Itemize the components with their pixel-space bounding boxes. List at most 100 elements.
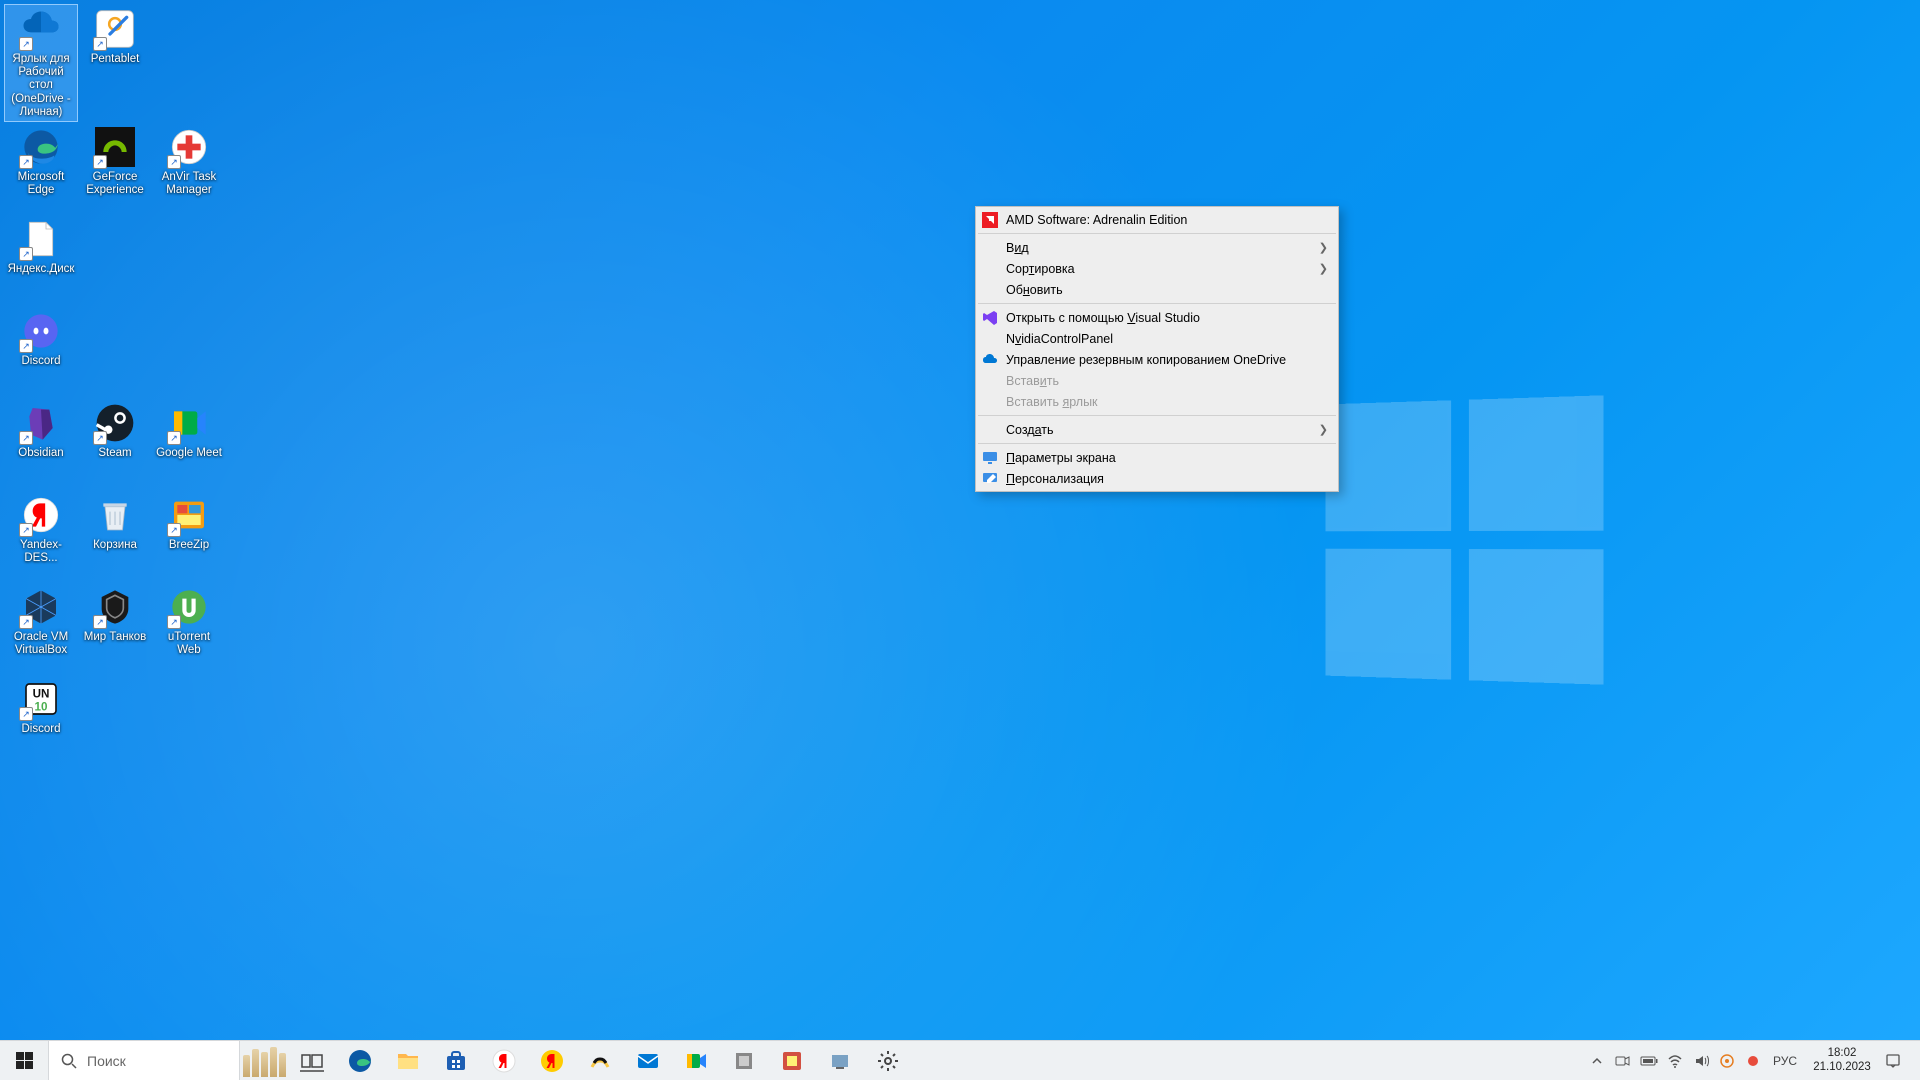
desktop-icon-obsidian[interactable]: ↗ Obsidian	[5, 399, 77, 489]
shortcut-overlay-icon: ↗	[19, 339, 33, 353]
desktop-icon-label: Discord	[22, 355, 61, 368]
display-settings-icon	[982, 450, 998, 466]
desktop-icon-pentablet[interactable]: ↗ Pentablet	[79, 5, 151, 121]
tray-language[interactable]: РУС	[1768, 1041, 1802, 1080]
ctx-item-view[interactable]: Вид ❯	[976, 237, 1338, 258]
ctx-item-personalize[interactable]: Персонализация	[976, 468, 1338, 489]
wifi-icon	[1667, 1053, 1683, 1069]
tray-battery-icon[interactable]	[1638, 1041, 1660, 1080]
desktop-icon-utorrent[interactable]: ↗ uTorrent Web	[153, 583, 225, 673]
desktop-icon-label: Мир Танков	[84, 631, 147, 644]
desktop-icon-breezip[interactable]: ↗ BreeZip	[153, 491, 225, 581]
taskbar-app-mail[interactable]	[624, 1041, 672, 1080]
ctx-item-amd[interactable]: AMD Software: Adrenalin Edition	[976, 209, 1338, 230]
shortcut-overlay-icon: ↗	[19, 523, 33, 537]
app-icon	[780, 1049, 804, 1073]
shortcut-overlay-icon: ↗	[19, 247, 33, 261]
desktop-icon-edge[interactable]: ↗ Microsoft Edge	[5, 123, 77, 213]
desktop-icon-geforce[interactable]: ↗ GeForce Experience	[79, 123, 151, 213]
desktop-icon-wot[interactable]: ↗ Мир Танков	[79, 583, 151, 673]
desktop-icon-label: AnVir Task Manager	[155, 171, 223, 197]
gear-icon	[876, 1049, 900, 1073]
taskbar-app-settings[interactable]	[864, 1041, 912, 1080]
desktop-icon-discord2[interactable]: UN10 ↗ Discord	[5, 675, 77, 765]
personalize-icon	[982, 471, 998, 487]
ctx-item-sort[interactable]: Сортировка ❯	[976, 258, 1338, 279]
shortcut-overlay-icon: ↗	[93, 615, 107, 629]
desktop-icon-yandex[interactable]: ↗ Yandex-DES...	[5, 491, 77, 581]
ctx-separator	[978, 415, 1336, 416]
edge-icon	[348, 1049, 372, 1073]
tray-clock[interactable]: 18:02 21.10.2023	[1806, 1047, 1878, 1075]
tray-show-hidden-icon[interactable]	[1586, 1041, 1608, 1080]
taskbar-search[interactable]: Поиск	[48, 1041, 240, 1080]
search-placeholder: Поиск	[87, 1053, 126, 1069]
svg-text:UN: UN	[33, 687, 50, 700]
update-icon	[1720, 1054, 1734, 1068]
desktop-icon-googlemeet[interactable]: ↗ Google Meet	[153, 399, 225, 489]
status-dot-icon	[1746, 1054, 1760, 1068]
desktop-icon-steam[interactable]: ↗ Steam	[79, 399, 151, 489]
tray-meet-icon[interactable]	[1612, 1041, 1634, 1080]
desktop-icon-discord[interactable]: ↗ Discord	[5, 307, 77, 397]
desktop-icon-onedrive-shortcut[interactable]: ↗ Ярлык для Рабочий стол (OneDrive - Лич…	[5, 5, 77, 121]
notification-icon	[1885, 1053, 1901, 1069]
ctx-item-display-settings[interactable]: Параметры экрана	[976, 447, 1338, 468]
taskbar-app-store[interactable]	[432, 1041, 480, 1080]
submenu-arrow-icon: ❯	[1319, 423, 1328, 436]
desktop-context-menu: AMD Software: Adrenalin Edition Вид ❯ Со…	[975, 206, 1339, 492]
desktop-icon-label: Yandex-DES...	[7, 539, 75, 565]
taskbar-taskview[interactable]	[288, 1041, 336, 1080]
tray-windows-update-icon[interactable]	[1716, 1041, 1738, 1080]
taskbar-app-yandex[interactable]	[480, 1041, 528, 1080]
taskbar: Поиск	[0, 1040, 1920, 1080]
tray-volume-icon[interactable]	[1690, 1041, 1712, 1080]
ctx-item-label: Создать	[1006, 423, 1054, 437]
search-icon	[61, 1053, 77, 1069]
desktop-icon-anvir[interactable]: ↗ AnVir Task Manager	[153, 123, 225, 213]
ctx-item-label: NvidiaControlPanel	[1006, 332, 1113, 346]
ctx-item-open-vs[interactable]: Открыть с помощью Visual Studio	[976, 307, 1338, 328]
taskbar-people[interactable]	[240, 1041, 288, 1080]
taskbar-app-edge[interactable]	[336, 1041, 384, 1080]
tray-action-center[interactable]	[1882, 1041, 1904, 1080]
ctx-item-refresh[interactable]: Обновить	[976, 279, 1338, 300]
battery-icon	[1640, 1055, 1658, 1067]
shortcut-overlay-icon: ↗	[19, 431, 33, 445]
submenu-arrow-icon: ❯	[1319, 241, 1328, 254]
ctx-item-label: Открыть с помощью Visual Studio	[1006, 311, 1200, 325]
start-button[interactable]	[0, 1041, 48, 1080]
shortcut-overlay-icon: ↗	[19, 615, 33, 629]
windows-logo-watermark	[1326, 395, 1604, 684]
taskbar-app-generic3[interactable]	[816, 1041, 864, 1080]
desktop-icon-virtualbox[interactable]: ↗ Oracle VM VirtualBox	[5, 583, 77, 673]
tray-status-icon[interactable]	[1742, 1041, 1764, 1080]
ctx-item-label: AMD Software: Adrenalin Edition	[1006, 213, 1187, 227]
yandex-icon	[492, 1049, 516, 1073]
taskbar-app-meet[interactable]	[672, 1041, 720, 1080]
windows-start-icon	[16, 1052, 33, 1069]
desktop-icon-label: Google Meet	[156, 447, 222, 460]
desktop-icon-label: Корзина	[93, 539, 137, 552]
ctx-item-create[interactable]: Создать ❯	[976, 419, 1338, 440]
shortcut-overlay-icon: ↗	[167, 431, 181, 445]
desktop-icon-yadisk[interactable]: ↗ Яндекс.Диск	[5, 215, 77, 305]
shortcut-overlay-icon: ↗	[19, 155, 33, 169]
taskbar-app-music[interactable]	[576, 1041, 624, 1080]
ctx-separator	[978, 443, 1336, 444]
app-icon	[732, 1049, 756, 1073]
taskbar-app-generic1[interactable]	[720, 1041, 768, 1080]
taskbar-app-yandex-round[interactable]	[528, 1041, 576, 1080]
desktop-wallpaper[interactable]	[0, 0, 1920, 1080]
desktop-icon-label: Discord	[22, 723, 61, 736]
taskbar-app-explorer[interactable]	[384, 1041, 432, 1080]
ctx-item-label: Вставить	[1006, 374, 1059, 388]
ctx-item-onedrive-backup[interactable]: Управление резервным копированием OneDri…	[976, 349, 1338, 370]
taskbar-app-generic2[interactable]	[768, 1041, 816, 1080]
desktop-icon-label: Microsoft Edge	[7, 171, 75, 197]
shortcut-overlay-icon: ↗	[19, 37, 33, 51]
tray-wifi-icon[interactable]	[1664, 1041, 1686, 1080]
desktop-icon-recyclebin[interactable]: Корзина	[79, 491, 151, 581]
visualstudio-icon	[982, 310, 998, 326]
ctx-item-nvidia[interactable]: NvidiaControlPanel	[976, 328, 1338, 349]
